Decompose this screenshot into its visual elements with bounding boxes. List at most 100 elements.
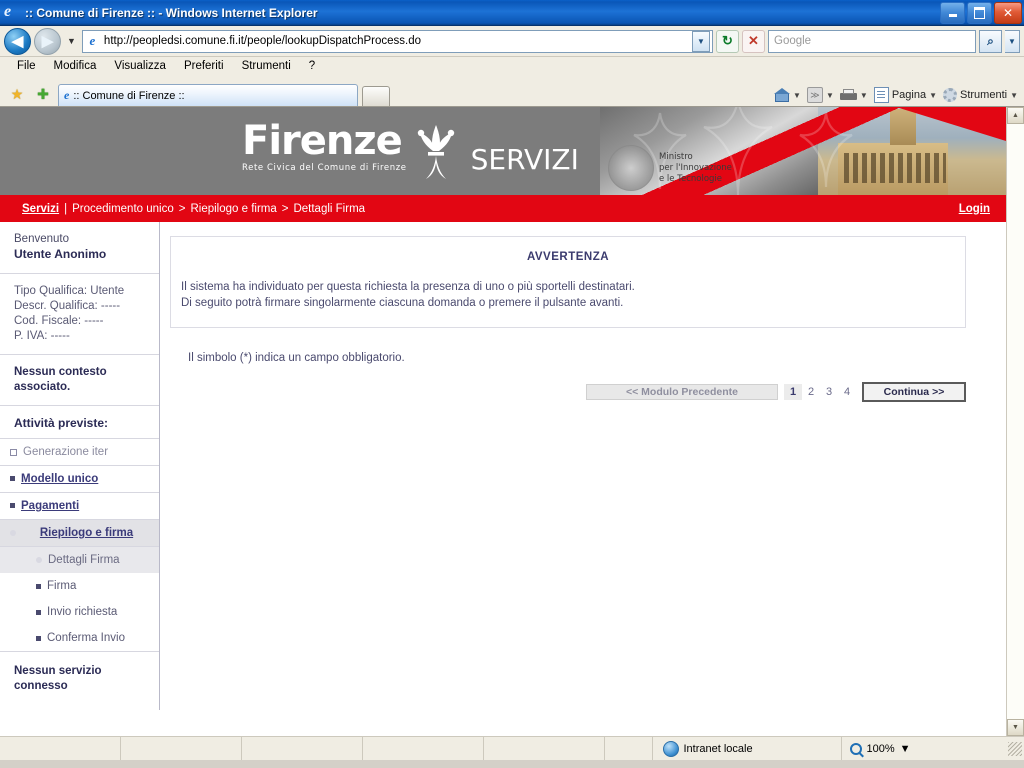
add-favorite-icon[interactable]: ✚ — [32, 82, 54, 106]
scroll-down-icon[interactable]: ▼ — [1007, 719, 1024, 736]
home-caret-icon[interactable]: ▼ — [793, 91, 801, 100]
tools-caret-icon[interactable]: ▼ — [1010, 91, 1018, 100]
favorites-center-icon[interactable]: ★ — [6, 82, 28, 106]
login-link[interactable]: Login — [959, 203, 990, 215]
browser-tab[interactable]: e :: Comune di Firenze :: — [58, 84, 358, 106]
ministry-line-1: Ministro — [659, 151, 693, 162]
sidebar-subitem-label: Conferma Invio — [47, 632, 125, 644]
new-tab-button[interactable] — [362, 86, 390, 106]
minimize-button[interactable] — [940, 1, 965, 24]
forward-button[interactable]: ▶ — [34, 27, 61, 55]
address-input[interactable]: e http://peopledsi.comune.fi.it/people/l… — [81, 29, 713, 53]
sidebar-item-generazione-iter[interactable]: Generazione iter — [0, 439, 159, 466]
window-title-bar: e :: Comune di Firenze :: - Windows Inte… — [0, 0, 1024, 26]
address-toolbar: ◀ ▶ ▼ e http://peopledsi.comune.fi.it/pe… — [0, 26, 1024, 57]
print-caret-icon[interactable]: ▼ — [860, 91, 868, 100]
form-actions: << Modulo Precedente 1 2 3 4 Continua >> — [170, 382, 966, 402]
home-icon — [774, 88, 791, 102]
rss-icon: ≫ — [806, 87, 823, 103]
zoom-control[interactable]: 100% ▼ — [842, 737, 962, 760]
brand-block: Firenze Rete Civica del Comune di Firenz… — [242, 121, 579, 181]
breadcrumb-separator-1: > — [178, 202, 186, 215]
window-controls: ✕ — [940, 1, 1022, 24]
status-cell-3 — [242, 737, 363, 760]
menu-item-visualizza[interactable]: Visualizza — [105, 57, 175, 76]
square-filled-bullet-icon — [36, 583, 41, 589]
page-favicon-icon: e — [89, 33, 96, 48]
ministry-text: Ministro per l'Innovazione e le Tecnolog… — [659, 152, 732, 185]
pagination-page-1[interactable]: 1 — [784, 384, 802, 400]
sidebar: Benvenuto Utente Anonimo Tipo Qualifica:… — [0, 222, 160, 710]
ministry-logo: Ministro per l'Innovazione e le Tecnolog… — [608, 145, 732, 191]
breadcrumb-bar: Servizi | Procedimento unico > Riepilogo… — [0, 195, 1006, 222]
resize-grip[interactable] — [1008, 741, 1022, 756]
user-info-descr-qualifica: Descr. Qualifica: ----- — [14, 300, 121, 312]
refresh-icon[interactable]: ↻ — [716, 29, 739, 53]
user-info-cod-fiscale: Cod. Fiscale: ----- — [14, 315, 104, 327]
security-zone-label: Intranet locale — [683, 742, 753, 755]
sidebar-subitem-invio-richiesta[interactable]: Invio richiesta — [0, 599, 159, 625]
pagination-page-2[interactable]: 2 — [802, 384, 820, 400]
status-cell-2 — [121, 737, 242, 760]
previous-module-button[interactable]: << Modulo Precedente — [586, 384, 778, 400]
sidebar-subitem-label: Invio richiesta — [47, 606, 118, 618]
menu-item-file[interactable]: File — [8, 57, 45, 76]
sidebar-subitem-dettagli-firma[interactable]: Dettagli Firma — [0, 547, 159, 573]
home-button[interactable]: ▼ — [772, 88, 803, 102]
tab-bar: ★ ✚ e :: Comune di Firenze :: ▼ ≫ ▼ ▼ Pag… — [0, 76, 1024, 107]
security-zone-indicator[interactable]: Intranet locale — [651, 737, 842, 760]
gear-icon — [943, 88, 957, 102]
scroll-up-icon[interactable]: ▲ — [1007, 107, 1024, 124]
tab-label: :: Comune di Firenze :: — [73, 89, 185, 102]
sidebar-subitem-firma[interactable]: Firma — [0, 573, 159, 599]
menu-item-strumenti[interactable]: Strumenti — [233, 57, 300, 76]
menu-item-modifica[interactable]: Modifica — [45, 57, 106, 76]
ministry-line-2: per l'Innovazione — [659, 162, 732, 173]
print-button[interactable]: ▼ — [838, 88, 870, 102]
sidebar-subitem-conferma-invio[interactable]: Conferma Invio — [0, 625, 159, 651]
tools-menu-label: Strumenti — [960, 89, 1008, 101]
page-caret-icon[interactable]: ▼ — [929, 91, 937, 100]
scrollbar-track[interactable] — [1007, 124, 1024, 719]
pagination-page-4[interactable]: 4 — [838, 384, 856, 400]
sidebar-context-block: Nessun contesto associato. — [0, 355, 159, 406]
address-dropdown-icon[interactable]: ▼ — [692, 30, 710, 52]
feeds-button[interactable]: ≫ ▼ — [805, 87, 836, 103]
breadcrumb-item-riepilogo[interactable]: Riepilogo e firma — [190, 203, 276, 215]
republic-emblem-icon — [608, 145, 654, 191]
activities-heading: Attività previste: — [0, 406, 159, 439]
menu-item-help[interactable]: ? — [300, 57, 324, 76]
fleur-de-lis-icon — [417, 125, 454, 179]
page-scrollbar[interactable]: ▲ ▼ — [1006, 107, 1024, 736]
breadcrumb-servizi-link[interactable]: Servizi — [22, 203, 59, 215]
sidebar-item-riepilogo-e-firma[interactable]: Riepilogo e firma — [0, 520, 159, 547]
search-input[interactable] — [768, 29, 976, 53]
page-menu-button[interactable]: Pagina ▼ — [872, 87, 939, 103]
sidebar-item-modello-unico[interactable]: Modello unico — [0, 466, 159, 493]
back-button[interactable]: ◀ — [4, 27, 31, 55]
page-content: Firenze Rete Civica del Comune di Firenz… — [0, 107, 1006, 736]
tools-menu-button[interactable]: Strumenti ▼ — [941, 88, 1020, 102]
restore-button[interactable] — [967, 1, 992, 24]
square-filled-bullet-icon — [36, 609, 41, 615]
search-provider-dropdown-icon[interactable]: ▼ — [1005, 29, 1020, 53]
dot-bullet-icon — [10, 530, 16, 536]
warning-box: AVVERTENZA Il sistema ha individuato per… — [170, 236, 966, 328]
stop-icon[interactable]: ✕ — [742, 29, 765, 53]
feeds-caret-icon[interactable]: ▼ — [826, 91, 834, 100]
search-icon[interactable]: ⌕ — [979, 29, 1002, 53]
page-icon — [873, 87, 889, 103]
status-cell-4 — [363, 737, 484, 760]
status-cell-1 — [0, 737, 121, 760]
history-dropdown-button[interactable]: ▼ — [64, 36, 79, 46]
breadcrumb-item-procedimento[interactable]: Procedimento unico — [72, 203, 174, 215]
continue-button[interactable]: Continua >> — [862, 382, 966, 402]
close-button[interactable]: ✕ — [994, 1, 1022, 24]
menu-item-preferiti[interactable]: Preferiti — [175, 57, 233, 76]
servizi-title: SERVIZI — [470, 143, 579, 176]
zoom-caret-icon[interactable]: ▼ — [900, 743, 911, 755]
globe-icon — [662, 740, 679, 757]
search-field[interactable] — [772, 34, 972, 48]
sidebar-item-pagamenti[interactable]: Pagamenti — [0, 493, 159, 520]
pagination-page-3[interactable]: 3 — [820, 384, 838, 400]
